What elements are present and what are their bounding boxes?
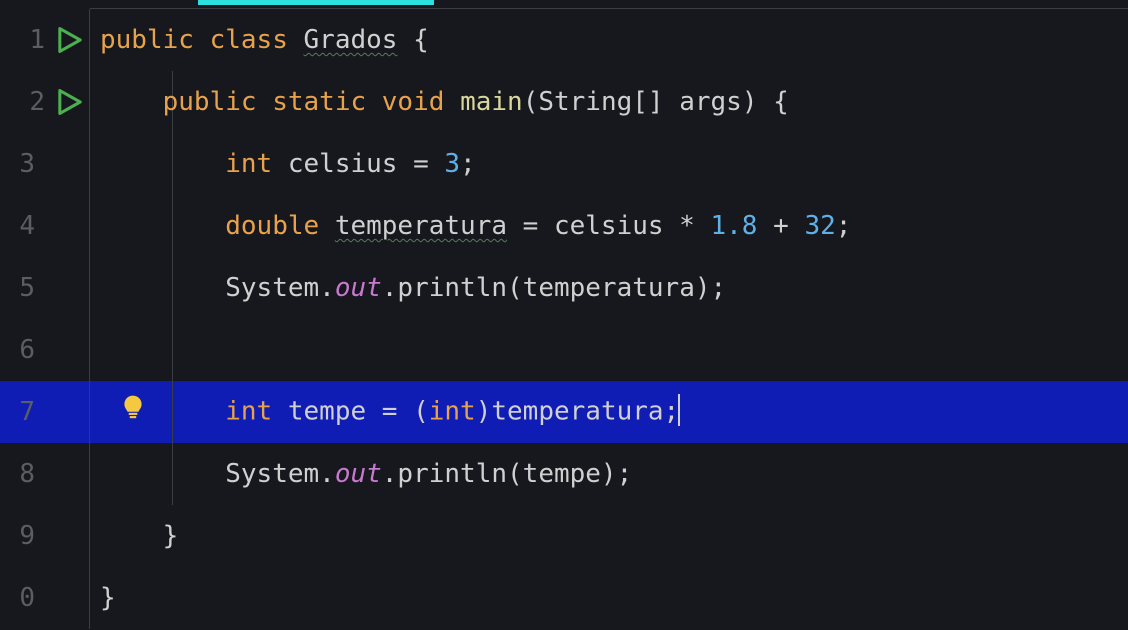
gutter-row[interactable]: 2 <box>0 71 89 133</box>
code-text: + <box>757 211 804 241</box>
gutter-row[interactable]: 0 <box>0 567 89 629</box>
run-icon[interactable] <box>57 88 83 116</box>
keyword: public <box>163 87 257 117</box>
semicolon: ; <box>836 211 852 241</box>
keyword: class <box>210 25 288 55</box>
code-line-active[interactable]: int tempe = (int)temperatura; <box>90 381 1128 443</box>
code-line[interactable]: System.out.println(temperatura); <box>90 257 1128 319</box>
line-number: 0 <box>13 583 35 613</box>
code-line[interactable]: } <box>90 567 1128 629</box>
indent-guide <box>172 319 173 381</box>
number-literal: 3 <box>444 149 460 179</box>
code-line[interactable]: System.out.println(tempe); <box>90 443 1128 505</box>
line-number: 1 <box>23 25 45 55</box>
code-text: System. <box>225 459 335 489</box>
gutter: 1 2 3 4 5 6 7 <box>0 9 90 629</box>
line-number: 3 <box>13 149 35 179</box>
code-line[interactable] <box>90 319 1128 381</box>
gutter-row[interactable]: 8 <box>0 443 89 505</box>
code-text: System. <box>225 273 335 303</box>
gutter-row[interactable]: 7 <box>0 381 89 443</box>
code-editor: 1 2 3 4 5 6 7 <box>0 0 1128 629</box>
line-number: 5 <box>13 273 35 303</box>
code-text: = celsius * <box>507 211 711 241</box>
code-line[interactable]: public class Grados { <box>90 9 1128 71</box>
code-text: celsius = <box>272 149 444 179</box>
brace: { <box>397 25 428 55</box>
text-cursor <box>678 394 680 426</box>
brace: } <box>163 521 179 551</box>
gutter-row[interactable]: 1 <box>0 9 89 71</box>
active-tab-indicator <box>198 0 434 5</box>
line-number: 2 <box>23 87 45 117</box>
code-line[interactable]: } <box>90 505 1128 567</box>
run-icon[interactable] <box>57 26 83 54</box>
static-field: out <box>335 459 382 489</box>
line-number: 6 <box>13 335 35 365</box>
gutter-row[interactable]: 4 <box>0 195 89 257</box>
keyword: static <box>272 87 366 117</box>
keyword: int <box>429 397 476 427</box>
keyword: double <box>225 211 319 241</box>
keyword: int <box>225 149 272 179</box>
line-number: 8 <box>13 459 35 489</box>
code-line[interactable]: int celsius = 3; <box>90 133 1128 195</box>
brace: } <box>100 583 116 613</box>
keyword: int <box>225 397 272 427</box>
line-number: 9 <box>13 521 35 551</box>
number-literal: 1.8 <box>711 211 758 241</box>
line-number: 7 <box>13 397 35 427</box>
code-line[interactable]: public static void main(String[] args) { <box>90 71 1128 133</box>
code-text: )temperatura; <box>476 397 680 427</box>
code-text: .println(temperatura); <box>382 273 726 303</box>
method-name: main <box>460 87 523 117</box>
static-field: out <box>335 273 382 303</box>
class-name: Grados <box>304 25 398 55</box>
gutter-row[interactable]: 9 <box>0 505 89 567</box>
variable: temperatura <box>335 211 507 241</box>
params: (String[] args) { <box>523 87 789 117</box>
code-area[interactable]: public class Grados { public static void… <box>90 9 1128 629</box>
code-text: .println(tempe); <box>382 459 632 489</box>
gutter-row[interactable]: 5 <box>0 257 89 319</box>
keyword: void <box>382 87 445 117</box>
keyword: public <box>100 25 194 55</box>
semicolon: ; <box>460 149 476 179</box>
number-literal: 32 <box>804 211 835 241</box>
gutter-row[interactable]: 3 <box>0 133 89 195</box>
gutter-row[interactable]: 6 <box>0 319 89 381</box>
code-text: tempe = ( <box>272 397 429 427</box>
code-line[interactable]: double temperatura = celsius * 1.8 + 32; <box>90 195 1128 257</box>
line-number: 4 <box>13 211 35 241</box>
